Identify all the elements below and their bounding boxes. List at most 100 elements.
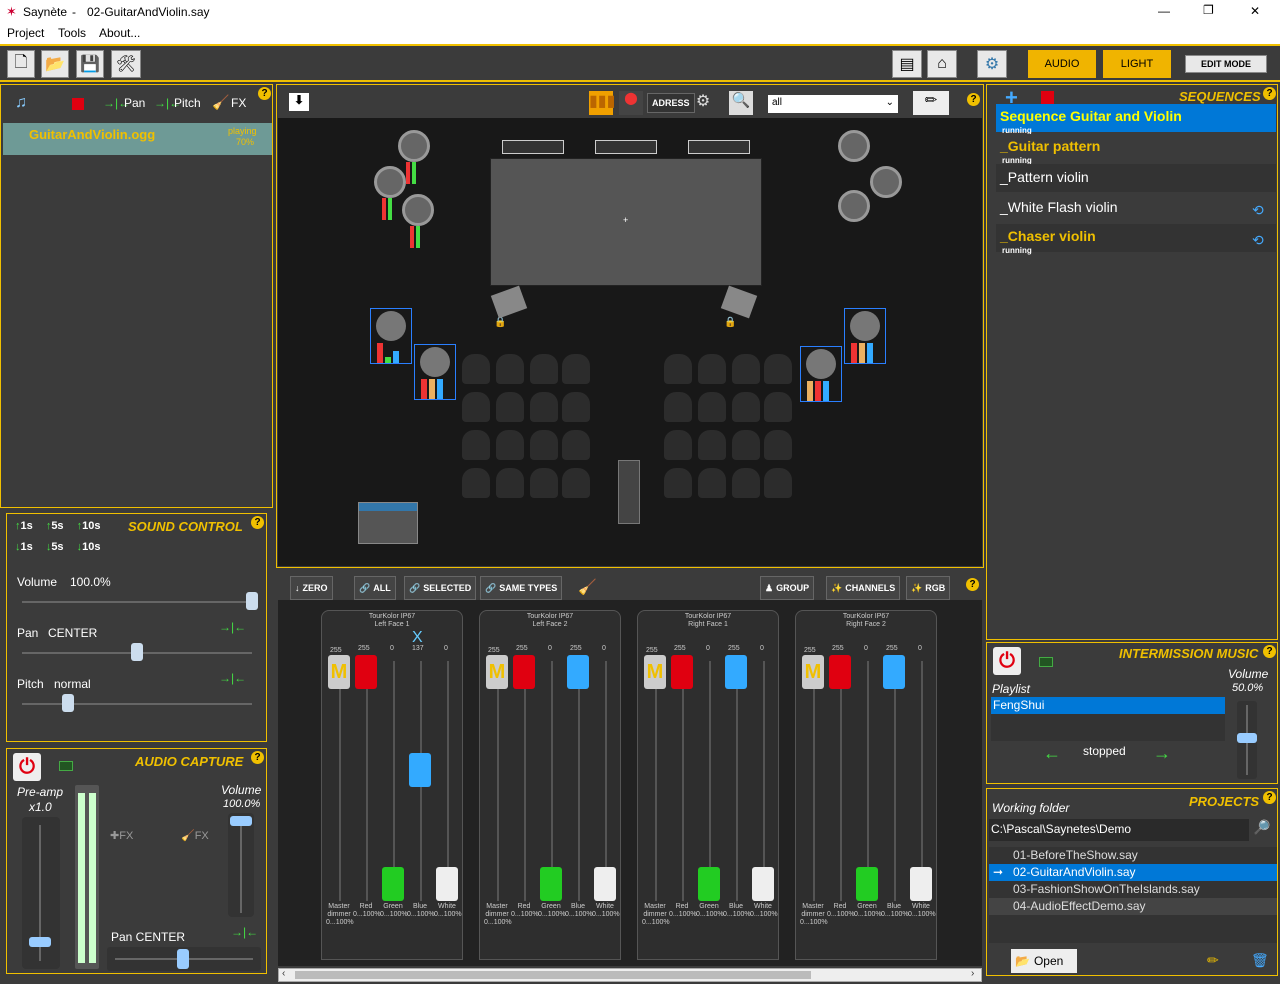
sequence-item[interactable]: _Guitar pattern running xyxy=(996,134,1276,165)
floor-spot-fixture[interactable] xyxy=(618,460,640,524)
sequence-item[interactable]: Sequence Guitar and Violin running xyxy=(996,104,1276,135)
open-folder-button[interactable]: 📂 xyxy=(41,50,69,78)
blue-fader[interactable] xyxy=(409,753,431,787)
stop-sequences-button[interactable] xyxy=(1041,91,1054,104)
help-icon[interactable]: ? xyxy=(1263,645,1276,658)
red-fader[interactable] xyxy=(829,655,851,689)
help-icon[interactable]: ? xyxy=(1263,791,1276,804)
stage-button[interactable]: ⌂ xyxy=(927,50,957,78)
scroll-right-icon[interactable]: › xyxy=(971,968,974,979)
white-fader[interactable] xyxy=(752,867,774,901)
selected-fixture-right-face-1[interactable] xyxy=(800,346,842,402)
channels-button[interactable]: ✨ CHANNELS xyxy=(826,576,901,600)
playlist-item[interactable]: FengShui xyxy=(991,697,1225,714)
dmx-levels-button[interactable]: ▮▮▮ xyxy=(589,91,615,115)
selected-button[interactable]: 🔗 SELECTED xyxy=(404,576,477,600)
green-fader[interactable] xyxy=(856,867,878,901)
white-fader[interactable] xyxy=(436,867,458,901)
red-fader[interactable] xyxy=(513,655,535,689)
stage-view[interactable]: + 🔒 🔒 xyxy=(278,118,982,566)
rgb-button[interactable]: ✨ RGB xyxy=(906,576,951,600)
minimize-button[interactable]: — xyxy=(1158,4,1170,18)
master-dimmer-fader[interactable]: M xyxy=(644,655,666,689)
fixture-filter-select[interactable]: all ⌄ xyxy=(768,95,898,113)
fade-up-1s[interactable]: 1s xyxy=(21,520,33,532)
add-audio-icon[interactable]: ♫ xyxy=(15,94,27,112)
pan-slider[interactable] xyxy=(131,643,143,661)
mixer-scrollbar[interactable]: ‹ › xyxy=(278,968,982,982)
help-icon[interactable]: ? xyxy=(1263,87,1276,100)
restore-button[interactable]: ❐ xyxy=(1203,3,1214,17)
moving-head-fixture[interactable]: 🔒 xyxy=(720,285,764,342)
fade-down-10s[interactable]: 10s xyxy=(82,541,100,553)
tools-button[interactable]: 🛠 xyxy=(111,50,141,78)
zero-button[interactable]: ↓ ZERO xyxy=(290,576,333,600)
next-track-button[interactable]: → xyxy=(1153,743,1171,764)
fx1-button[interactable]: ✚FX xyxy=(110,829,146,851)
track-row[interactable]: GuitarAndViolin.ogg playing 70% xyxy=(3,123,272,155)
led-bar-fixture[interactable] xyxy=(502,140,564,154)
volume-slider[interactable] xyxy=(246,592,258,610)
adress-button[interactable]: ADRESS xyxy=(647,93,695,113)
project-item-selected[interactable]: ➞ 02-GuitarAndViolin.say xyxy=(989,864,1277,881)
fx2-button[interactable]: 🧹FX xyxy=(181,829,217,851)
help-icon[interactable]: ? xyxy=(251,751,264,764)
blue-fader[interactable] xyxy=(883,655,905,689)
green-fader[interactable] xyxy=(698,867,720,901)
previous-track-button[interactable]: ← xyxy=(1043,743,1061,764)
selected-fixture-left-face-1[interactable] xyxy=(370,308,412,364)
rename-pencil-icon[interactable]: ✏ xyxy=(1207,952,1219,969)
capture-pan-center-icon[interactable]: →|← xyxy=(231,925,258,939)
red-fader[interactable] xyxy=(355,655,377,689)
fade-up-5s[interactable]: 5s xyxy=(51,520,63,532)
pan-button[interactable]: Pan xyxy=(124,96,145,110)
master-dimmer-fader[interactable]: M xyxy=(802,655,824,689)
help-icon[interactable]: ? xyxy=(258,87,271,100)
close-button[interactable]: ✕ xyxy=(1250,4,1260,18)
project-item[interactable]: 04-AudioEffectDemo.say xyxy=(989,898,1277,915)
same-types-button[interactable]: 🔗 SAME TYPES xyxy=(480,576,563,600)
browse-folder-button[interactable]: 🔎 xyxy=(1253,819,1275,841)
scroll-left-icon[interactable]: ‹ xyxy=(282,968,285,979)
dmx-device-button[interactable]: ▤ xyxy=(892,50,922,78)
intermission-power-button[interactable]: ⏻ xyxy=(993,647,1021,675)
settings-button[interactable]: ⚙ xyxy=(977,50,1007,78)
preamp-slider[interactable] xyxy=(29,937,51,947)
white-fader[interactable] xyxy=(594,867,616,901)
trash-icon[interactable]: 🗑 xyxy=(1251,952,1269,969)
red-fader[interactable] xyxy=(671,655,693,689)
colors-button[interactable]: ⬤ xyxy=(619,91,643,115)
blue-fader[interactable] xyxy=(567,655,589,689)
help-icon[interactable]: ? xyxy=(251,516,264,529)
save-button[interactable]: 💾 xyxy=(76,50,104,78)
master-dimmer-fader[interactable]: M xyxy=(486,655,508,689)
broom-icon[interactable]: 🧹 xyxy=(578,578,597,596)
green-fader[interactable] xyxy=(540,867,562,901)
menu-tools[interactable]: Tools xyxy=(58,26,86,40)
project-item[interactable]: 03-FashionShowOnTheIslands.say xyxy=(989,881,1277,898)
fade-down-5s[interactable]: 5s xyxy=(51,541,63,553)
audio-mode-button[interactable]: AUDIO xyxy=(1028,50,1096,78)
help-icon[interactable]: ? xyxy=(967,93,980,106)
stop-audio-button[interactable] xyxy=(72,98,84,110)
light-mode-button[interactable]: LIGHT xyxy=(1103,50,1171,78)
green-fader[interactable] xyxy=(382,867,404,901)
fade-down-1s[interactable]: 1s xyxy=(21,541,33,553)
moving-head-fixture[interactable]: 🔒 xyxy=(490,285,534,342)
pitch-button[interactable]: Pitch xyxy=(174,96,201,110)
help-cursor-button[interactable]: ⚙ xyxy=(691,91,715,115)
group-button[interactable]: ♟ GROUP xyxy=(760,576,815,600)
menu-project[interactable]: Project xyxy=(7,26,44,40)
download-button[interactable]: ⬇ xyxy=(289,93,309,111)
led-bar-fixture[interactable] xyxy=(688,140,750,154)
master-dimmer-fader[interactable]: M xyxy=(328,655,350,689)
working-folder-field[interactable]: C:\Pascal\Saynetes\Demo xyxy=(989,819,1249,841)
par-fixture[interactable] xyxy=(402,194,442,248)
white-fader[interactable] xyxy=(910,867,932,901)
pitch-reset-icon[interactable]: →|← xyxy=(219,671,246,685)
edit-mode-button[interactable]: EDIT MODE xyxy=(1185,55,1267,73)
capture-volume-slider[interactable] xyxy=(230,816,252,826)
capture-power-button[interactable]: ⏻ xyxy=(13,753,41,781)
sequence-item[interactable]: _Chaser violin running ⟲ xyxy=(996,224,1276,255)
selected-fixture-left-face-2[interactable] xyxy=(414,344,456,400)
